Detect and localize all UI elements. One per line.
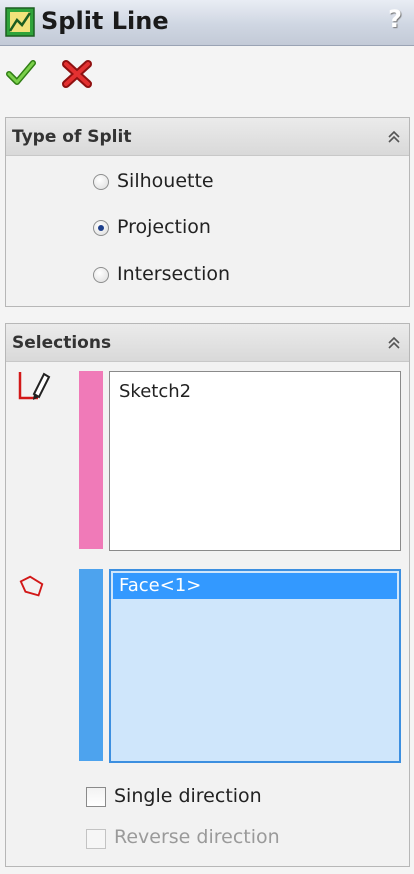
type-of-split-title: Type of Split [12,127,132,147]
reverse-direction-label: Reverse direction [114,826,280,848]
radio-label: Silhouette [117,170,214,192]
radio-label: Projection [117,216,211,238]
sketch-icon [18,372,51,400]
radio-circle[interactable] [93,267,109,283]
single-direction-checkbox[interactable] [86,787,106,807]
ok-check-icon[interactable] [6,58,36,88]
type-of-split-header[interactable]: Type of Split [6,118,409,156]
selections-title: Selections [12,333,112,353]
help-button[interactable]: ? [388,5,402,33]
collapse-chevron-icon[interactable] [385,334,403,352]
sketch-color-bar [79,371,103,549]
cancel-x-icon[interactable] [60,58,94,90]
collapse-chevron-icon[interactable] [385,128,403,146]
reverse-direction-checkbox[interactable] [86,829,106,849]
selections-header[interactable]: Selections [6,324,409,362]
title-bar: Split Line ? [0,0,414,46]
sketch-selection-list[interactable]: Sketch2 [109,371,401,551]
face-icon [19,575,44,597]
radio-selected-dot [98,225,104,231]
list-item[interactable]: Sketch2 [119,381,191,402]
selections-group: Selections Sketch2 Face<1> Single direct… [5,323,410,867]
face-selection-list[interactable]: Face<1> [109,569,401,763]
single-direction-label: Single direction [114,785,262,807]
type-of-split-group: Type of Split Silhouette Projection Inte… [5,117,410,307]
split-line-icon [5,7,35,37]
window-title: Split Line [41,7,169,35]
radio-circle[interactable] [93,220,109,236]
list-item-selected[interactable]: Face<1> [113,573,397,599]
radio-label: Intersection [117,263,231,285]
list-item-label: Face<1> [119,575,202,596]
radio-circle[interactable] [93,174,109,190]
face-color-bar [79,569,103,761]
